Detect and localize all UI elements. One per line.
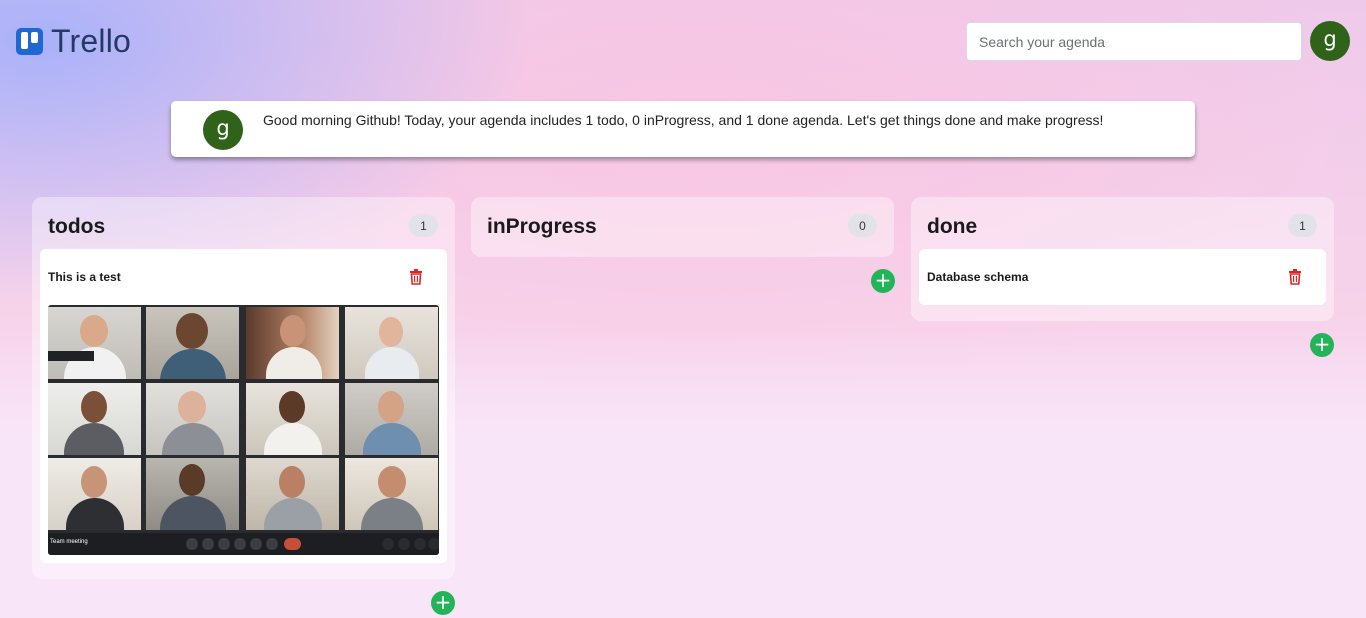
card-title: Database schema xyxy=(927,270,1029,284)
video-tile xyxy=(48,383,141,455)
video-tile xyxy=(48,458,141,530)
trello-logo-icon xyxy=(16,28,43,55)
video-tile xyxy=(345,458,438,530)
app-logo-text: Trello xyxy=(51,23,132,59)
greeting-banner: g Good morning Github! Today, your agend… xyxy=(171,101,1195,157)
trash-icon[interactable] xyxy=(1288,269,1302,285)
greeting-avatar: g xyxy=(203,110,243,150)
video-tile xyxy=(246,458,339,530)
add-todo-button[interactable]: + xyxy=(431,591,455,615)
add-inprogress-button[interactable]: + xyxy=(871,269,895,293)
agenda-card[interactable]: Database schema xyxy=(919,249,1326,305)
agenda-card[interactable]: This is a test Team meeting xyxy=(40,249,447,563)
video-call-toolbar: Team meeting xyxy=(48,533,439,555)
video-tile-active xyxy=(345,307,438,379)
column-count-badge: 0 xyxy=(848,214,877,237)
card-image-video-call: Team meeting xyxy=(48,305,439,555)
video-call-caption: Team meeting xyxy=(50,539,88,545)
video-tile xyxy=(246,307,339,379)
column-done: done 1 Database schema xyxy=(911,197,1334,321)
column-inprogress: inProgress 0 xyxy=(471,197,894,257)
greeting-text: Good morning Github! Today, your agenda … xyxy=(263,112,1104,128)
column-todos: todos 1 This is a test Team meeting xyxy=(32,197,455,579)
column-count-badge: 1 xyxy=(1288,214,1317,237)
column-count-badge: 1 xyxy=(409,214,438,237)
video-tile xyxy=(246,383,339,455)
column-title: inProgress xyxy=(487,215,597,238)
video-tile xyxy=(146,307,239,379)
add-done-button[interactable]: + xyxy=(1310,333,1334,357)
column-title: done xyxy=(927,215,978,238)
column-title: todos xyxy=(48,215,106,238)
video-tile xyxy=(345,383,438,455)
user-avatar[interactable]: g xyxy=(1310,21,1350,61)
video-tile xyxy=(146,383,239,455)
video-tile xyxy=(48,307,141,379)
search-input[interactable] xyxy=(966,22,1302,61)
video-tile xyxy=(146,458,239,530)
card-title: This is a test xyxy=(48,270,121,284)
trash-icon[interactable] xyxy=(409,269,423,285)
app-logo[interactable]: Trello xyxy=(16,23,131,60)
